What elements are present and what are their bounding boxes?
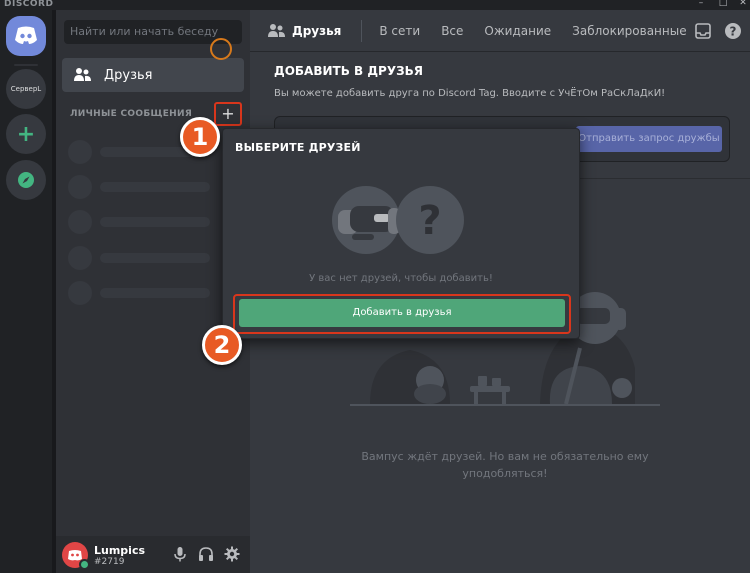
step-marker-1: 1	[180, 117, 220, 157]
empty-state-text: Вампус ждёт друзей. Но вам не обязательн…	[360, 448, 650, 482]
svg-text:?: ?	[418, 198, 441, 244]
server-rail: СерверL +	[0, 10, 52, 573]
create-dm-button[interactable]: +	[214, 102, 242, 126]
app-brand: DISCORD	[4, 0, 54, 9]
tab-all[interactable]: Все	[432, 20, 472, 42]
close-icon[interactable]: ✕	[738, 0, 748, 8]
minimize-icon[interactable]: –	[696, 0, 706, 8]
title-bar: DISCORD – □ ✕	[0, 0, 750, 10]
send-friend-request-button[interactable]: Отправить запрос дружбы	[576, 126, 722, 152]
add-friends-highlight: Добавить в друзья	[233, 294, 571, 334]
discord-logo-icon	[15, 26, 37, 44]
microphone-icon[interactable]	[172, 546, 188, 562]
dm-placeholder-row	[68, 246, 228, 270]
tab-blocked[interactable]: Заблокированные	[563, 20, 695, 42]
dm-section-header: ЛИЧНЫЕ СООБЩЕНИЯ	[70, 109, 193, 119]
home-button[interactable]	[6, 16, 46, 56]
avatar[interactable]	[62, 542, 90, 570]
maximize-icon[interactable]: □	[718, 0, 728, 8]
popup-title: ВЫБЕРИТЕ ДРУЗЕЙ	[235, 141, 361, 154]
gear-icon[interactable]	[224, 546, 240, 562]
dm-placeholder-row	[68, 281, 228, 305]
sidebar-item-label: Друзья	[104, 67, 153, 83]
empty-state-line: уподобляться!	[462, 467, 548, 480]
inbox-icon[interactable]	[694, 22, 712, 40]
online-status-icon	[79, 559, 90, 570]
rail-separator	[14, 64, 38, 66]
cursor-indicator	[210, 38, 232, 60]
empty-state-line: Вампус ждёт друзей. Но вам не обязательн…	[361, 450, 649, 463]
add-server-button[interactable]: +	[6, 114, 46, 154]
add-friend-title: ДОБАВИТЬ В ДРУЗЬЯ	[274, 64, 423, 78]
topbar-divider	[361, 19, 363, 42]
headphones-icon[interactable]	[198, 546, 214, 562]
friends-icon	[268, 23, 285, 37]
compass-icon	[18, 172, 34, 188]
dm-placeholder-row	[68, 175, 228, 199]
friends-icon	[74, 68, 91, 81]
dm-sidebar: Найти или начать беседу Друзья ЛИЧНЫЕ СО…	[56, 10, 250, 573]
user-tag: #2719	[94, 557, 125, 567]
username: Lumpics	[94, 544, 146, 557]
tab-online[interactable]: В сети	[370, 20, 429, 42]
popup-empty-text: У вас нет друзей, чтобы добавить!	[309, 273, 493, 284]
tab-pending[interactable]: Ожидание	[475, 20, 560, 42]
explore-servers-button[interactable]	[6, 160, 46, 200]
plus-icon: +	[16, 121, 36, 147]
step-marker-2: 2	[202, 325, 242, 365]
friends-title-label: Друзья	[292, 23, 342, 38]
user-panel: Lumpics #2719	[56, 536, 250, 573]
sidebar-item-friends[interactable]: Друзья	[62, 58, 244, 92]
friends-title: Друзья	[262, 19, 350, 43]
user-controls	[172, 546, 240, 562]
help-icon[interactable]: ?	[724, 22, 742, 40]
svg-text:?: ?	[730, 25, 737, 39]
server-icon[interactable]: СерверL	[6, 69, 46, 109]
select-friends-popup: ВЫБЕРИТЕ ДРУЗЕЙ ? У вас нет друзей, чтоб…	[222, 128, 580, 339]
discord-window: DISCORD – □ ✕ СерверL + Найти или начать…	[0, 0, 750, 573]
friends-topbar: Друзья В сети Все Ожидание Заблокированн…	[250, 10, 750, 52]
add-friends-button[interactable]: Добавить в друзья	[239, 299, 565, 327]
no-friends-illustration: ?	[332, 186, 464, 254]
dm-placeholder-row	[68, 210, 228, 234]
add-friend-description: Вы можете добавить друга по Discord Tag.…	[274, 88, 666, 99]
